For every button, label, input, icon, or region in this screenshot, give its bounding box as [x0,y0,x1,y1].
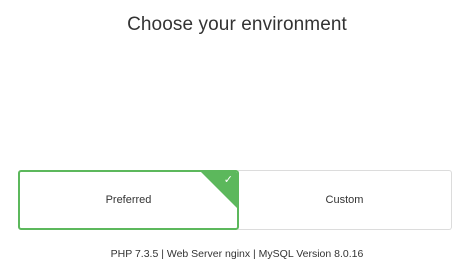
environment-page: Choose your environment Preferred ✓ Cust… [0,0,474,278]
environment-info: PHP 7.3.5 | Web Server nginx | MySQL Ver… [110,248,364,260]
preferred-option[interactable]: Preferred ✓ [18,170,239,230]
custom-option[interactable]: Custom [238,170,452,230]
page-title: Choose your environment [127,14,347,35]
preferred-option-label: Preferred [105,194,152,206]
environment-options: Preferred ✓ Custom [18,170,452,230]
custom-option-label: Custom [325,194,364,206]
check-icon: ✓ [223,173,233,186]
